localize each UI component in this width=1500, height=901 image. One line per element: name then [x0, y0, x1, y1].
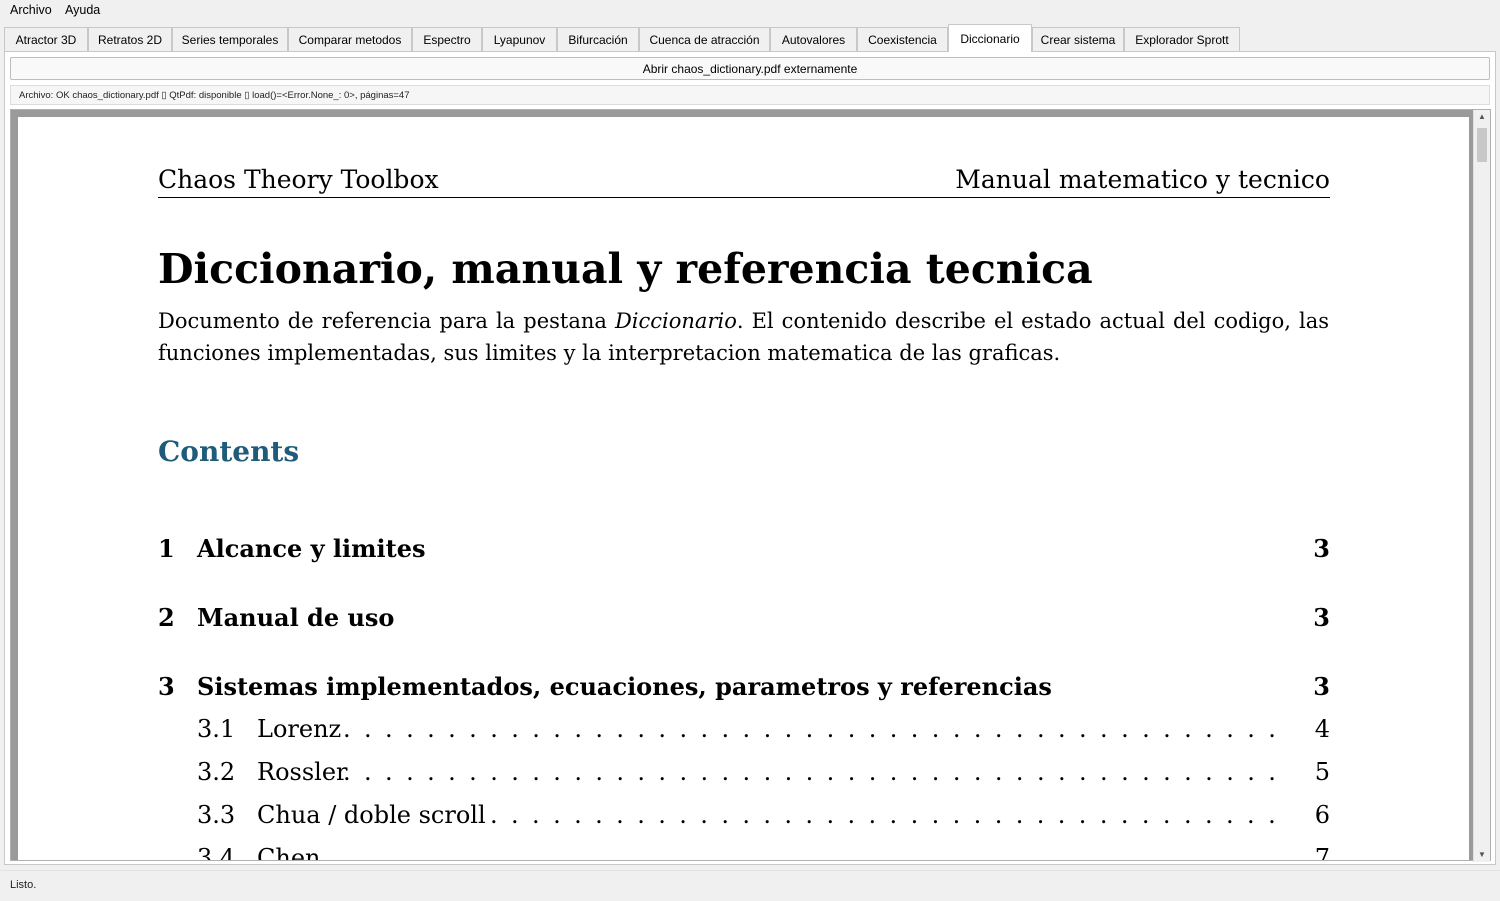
toc-page: 4	[1314, 715, 1330, 743]
intro-line-1: Documento de referencia para la pestana …	[158, 305, 1329, 337]
intro-text-pre: Documento de referencia para la pestana	[158, 309, 615, 333]
pdf-viewer[interactable]: Chaos Theory Toolbox Manual matematico y…	[10, 109, 1491, 861]
intro-line-2: funciones implementadas, sus limites y l…	[158, 341, 1061, 365]
toc-page: 6	[1314, 801, 1330, 829]
toc-title[interactable]: Lorenz	[257, 715, 341, 743]
tab-autovalores[interactable]: Autovalores	[770, 27, 857, 51]
status-text: Listo.	[10, 879, 37, 891]
toc-page: 3	[1313, 603, 1330, 632]
toc-number: 3.1	[197, 715, 236, 743]
tab-series-temporales[interactable]: Series temporales	[172, 27, 288, 51]
tab-crear-sistema[interactable]: Crear sistema	[1032, 27, 1124, 51]
toc-title[interactable]: Chua / doble scroll	[257, 801, 486, 829]
intro-text-emphasis: Diccionario	[614, 309, 737, 333]
toc-title[interactable]: Rossler	[257, 758, 348, 786]
header-rule	[158, 197, 1330, 198]
tab-atractor-3d[interactable]: Atractor 3D	[4, 27, 88, 51]
scroll-down-arrow-icon[interactable]: ▼	[1474, 848, 1490, 862]
toc-number: 2	[158, 603, 175, 632]
toc-number: 3	[158, 672, 175, 701]
toc-title[interactable]: Manual de uso	[197, 603, 394, 632]
open-pdf-externally-button[interactable]: Abrir chaos_dictionary.pdf externamente	[10, 57, 1490, 80]
document-title: Diccionario, manual y referencia tecnica	[158, 245, 1093, 293]
toc-leader-dots: ........................................…	[343, 715, 1283, 743]
tab-lyapunov[interactable]: Lyapunov	[482, 27, 557, 51]
tab-bar: Atractor 3D Retratos 2D Series temporale…	[4, 24, 1500, 52]
toc-title[interactable]: Alcance y limites	[197, 534, 426, 563]
toc-title[interactable]: Chen	[257, 844, 320, 860]
pdf-header-right: Manual matematico y tecnico	[955, 165, 1330, 194]
scroll-up-arrow-icon[interactable]: ▲	[1474, 110, 1490, 124]
toc-number: 3.2	[197, 758, 236, 786]
status-bar: Listo.	[0, 870, 1500, 901]
toc-page: 3	[1313, 534, 1330, 563]
contents-heading: Contents	[158, 435, 300, 468]
toc-number: 3.3	[197, 801, 236, 829]
intro-text-post: . El contenido describe el estado actual…	[736, 309, 1329, 333]
menu-ayuda[interactable]: Ayuda	[65, 3, 100, 17]
tab-explorador-sprott[interactable]: Explorador Sprott	[1124, 27, 1240, 51]
scrollbar-thumb[interactable]	[1477, 128, 1487, 162]
menu-archivo[interactable]: Archivo	[10, 3, 52, 17]
pdf-info-line: Archivo: OK chaos_dictionary.pdf ▯ QtPdf…	[10, 85, 1490, 105]
menu-bar: Archivo Ayuda	[0, 0, 1500, 21]
tab-cuenca-de-atraccion[interactable]: Cuenca de atracción	[639, 27, 770, 51]
pdf-page: Chaos Theory Toolbox Manual matematico y…	[18, 117, 1469, 861]
toc-page: 7	[1314, 844, 1330, 861]
tab-bifurcacion[interactable]: Bifurcación	[557, 27, 639, 51]
tab-retratos-2d[interactable]: Retratos 2D	[88, 27, 172, 51]
toc-title[interactable]: Sistemas implementados, ecuaciones, para…	[197, 672, 1052, 701]
toc-page: 3	[1313, 672, 1330, 701]
pdf-header-left: Chaos Theory Toolbox	[158, 165, 439, 194]
viewer-scrollbar[interactable]: ▲ ▼	[1473, 110, 1490, 862]
toc-page: 5	[1314, 758, 1330, 786]
toc-number: 1	[158, 534, 175, 563]
tab-espectro[interactable]: Espectro	[412, 27, 482, 51]
toc-leader-dots: ........................................…	[343, 758, 1283, 786]
toc-leader-dots: ........................................…	[490, 801, 1283, 829]
toc-number: 3.4	[197, 844, 236, 861]
tab-comparar-metodos[interactable]: Comparar metodos	[288, 27, 412, 51]
tab-coexistencia[interactable]: Coexistencia	[857, 27, 948, 51]
tab-diccionario[interactable]: Diccionario	[948, 24, 1032, 52]
